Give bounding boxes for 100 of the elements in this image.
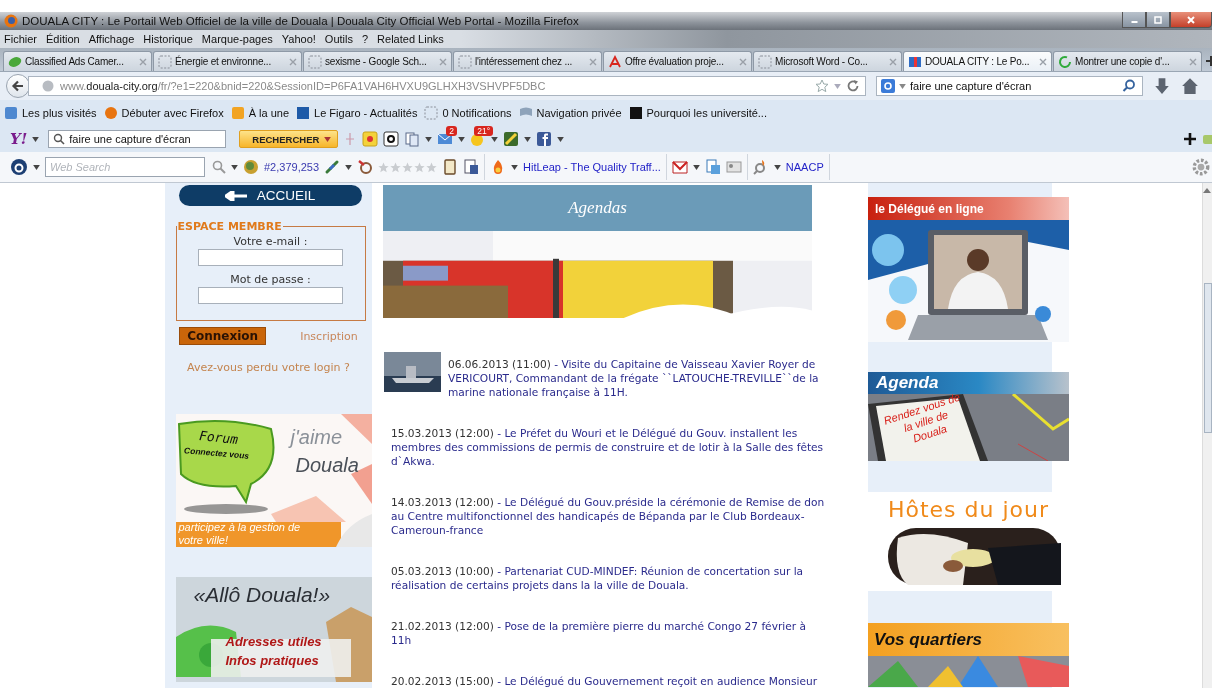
close-icon[interactable] — [1039, 57, 1047, 66]
globe-icon — [41, 79, 55, 93]
caret-icon[interactable] — [524, 136, 532, 142]
scroll-up-icon[interactable] — [1203, 187, 1211, 193]
search-field[interactable]: faire une capture d'écran — [876, 76, 1143, 96]
contact-card-icon[interactable] — [725, 159, 742, 175]
caret-icon[interactable] — [557, 136, 565, 142]
caret-icon[interactable] — [231, 164, 238, 170]
banner-text: Connectez vous — [183, 445, 249, 461]
firefox-icon — [4, 14, 18, 28]
search-icon[interactable] — [212, 160, 226, 174]
search-button[interactable]: RECHERCHER — [239, 130, 339, 148]
menu-item[interactable]: ? — [362, 33, 369, 45]
web-search-field[interactable]: Web Search — [45, 157, 205, 177]
window-title: DOUALA CITY : Le Portail Web Officiel de la ville de Douala | Douala City Official Web Portal - Mozilla Firefox — [22, 15, 579, 27]
menu-item[interactable]: Yahoo! — [281, 33, 316, 45]
maximize-icon — [1153, 14, 1163, 25]
menu-item[interactable]: Fichier — [4, 33, 37, 45]
address-field[interactable]: www.douala-city.org/fr/?e1=220&bnid=220&SessionID=P6FA1VAH6HVXU9GLHXH3VSHVPF5DBC — [28, 76, 866, 96]
scrollbar[interactable] — [1202, 183, 1212, 688]
browser-tab[interactable]: DOUALA CITY : Le Po... — [903, 51, 1052, 71]
page-icon — [758, 54, 772, 69]
back-arrow-icon — [11, 79, 25, 93]
banner-text: Adresses utiles — [225, 633, 322, 651]
page-icon — [458, 54, 472, 69]
close-icon — [1186, 14, 1196, 25]
yahoo-logo[interactable]: Y! — [10, 130, 28, 148]
browser-tab[interactable]: Énergie et environne... — [153, 51, 302, 71]
caret-icon[interactable] — [511, 164, 519, 170]
bookmark-link[interactable]: Le Figaro - Actualités — [296, 106, 418, 120]
facebook-icon[interactable] — [536, 131, 553, 147]
banner-slogan: Douala — [295, 454, 359, 477]
book-icon[interactable] — [442, 159, 459, 175]
agenda-entry[interactable]: 20.02.2013 (15:00) - Le Délégué du Gouvernement reçoit en audience Monsieur — [391, 674, 827, 688]
search-field[interactable]: faire une capture d'écran — [48, 130, 227, 148]
download-icon[interactable] — [1153, 77, 1171, 95]
menu-item[interactable]: Édition — [46, 33, 80, 45]
search-engine-icon[interactable] — [881, 79, 895, 93]
menu-item[interactable]: Historique — [143, 33, 193, 45]
caret-icon[interactable] — [692, 164, 700, 170]
banner-heading: Agenda — [876, 373, 939, 393]
browser-tab[interactable]: l'intéressement chez ... — [453, 51, 602, 71]
caret-icon[interactable] — [345, 164, 353, 170]
agenda-entry[interactable]: 05.03.2013 (10:00) - Partenariat CUD-MINDEF: Réunion de concertation sur la réalisation de certains projets dans la la ville de Douala. — [391, 564, 827, 592]
menu-item[interactable]: Affichage — [88, 33, 135, 45]
menu-item[interactable]: Outils — [324, 33, 353, 45]
caret-icon[interactable] — [458, 136, 466, 142]
game-icon[interactable] — [503, 131, 520, 147]
star-icon[interactable] — [815, 79, 829, 93]
browser-tab[interactable]: sexisme - Google Sch... — [303, 51, 452, 71]
caret-icon[interactable] — [33, 164, 40, 170]
settings-icon[interactable] — [1192, 158, 1210, 176]
bookmark-link[interactable]: Pourquoi les université... — [628, 106, 767, 120]
toolbar-link[interactable]: HitLeap - The Quality Traff... — [523, 161, 661, 173]
password-input[interactable] — [198, 287, 343, 304]
bookmark-link[interactable]: À la une — [230, 106, 290, 120]
star-rating[interactable] — [378, 161, 438, 173]
browser-tab[interactable]: Classified Ads Camer... — [3, 51, 152, 71]
home-button[interactable]: ACCUEIL — [178, 185, 362, 206]
agenda-entry[interactable]: 15.03.2013 (12:00) - Le Préfet du Wouri et le Délégué du Gouv. installent les membres des commissions de permis de construire et de lotir à la Salle des fêtes d`Akwa. — [391, 426, 827, 468]
agenda-entry[interactable]: 14.03.2013 (12:00) - Le Délégué du Gouv.préside la cérémonie de Remise de don au Centre multifonctionnel des handicapés de Bépanda par le Club Bordeaux-Cameroun-france — [391, 495, 827, 537]
caret-icon[interactable] — [425, 136, 433, 142]
caret-icon[interactable] — [773, 164, 781, 170]
shop-icon[interactable] — [362, 131, 379, 147]
close-button[interactable] — [1170, 12, 1212, 28]
minimize-icon — [1130, 21, 1138, 23]
globe-icon[interactable] — [243, 159, 259, 175]
facebook-page-icon[interactable] — [463, 159, 480, 175]
menu-item[interactable]: Related Links — [377, 33, 444, 45]
site-icon — [908, 54, 922, 69]
agenda-entry[interactable]: 21.02.2013 (12:00) - Pose de la première pierre du marché Congo 27 février à 11h — [391, 619, 827, 647]
caret-icon[interactable] — [32, 136, 40, 142]
bookmark-link[interactable]: 0 Notifications — [424, 106, 512, 120]
mail-icon[interactable] — [671, 159, 688, 175]
reload-icon[interactable] — [846, 79, 860, 93]
minimize-button[interactable] — [1122, 12, 1146, 28]
box-icon[interactable] — [383, 131, 400, 147]
search-icon[interactable] — [1122, 79, 1136, 93]
count-badge: 2 — [446, 126, 458, 136]
maximize-button[interactable] — [1146, 12, 1170, 28]
back-button[interactable] — [6, 74, 30, 98]
browser-tab[interactable]: Microsoft Word - Co... — [753, 51, 902, 71]
login-button[interactable]: Connexion — [179, 327, 267, 345]
scrollbar-thumb[interactable] — [1204, 283, 1212, 433]
ask-logo-icon[interactable] — [10, 158, 28, 176]
bookmark-link[interactable]: Les plus visités — [4, 106, 97, 120]
search-icon — [53, 133, 66, 145]
add-icon[interactable] — [1183, 132, 1197, 146]
caret-icon[interactable] — [491, 136, 499, 142]
menu-item[interactable]: Marque-pages — [201, 33, 273, 45]
home-icon[interactable] — [1181, 77, 1199, 95]
bookmark-link[interactable]: Débuter avec Firefox — [103, 106, 224, 120]
bookmark-link[interactable]: Navigation privée — [518, 106, 622, 120]
toolbar-link[interactable]: NAACP — [785, 161, 824, 173]
agenda-entry[interactable]: 06.06.2013 (11:00) - Visite du Capitaine de Vaisseau Xavier Royer de VERICOURT, Commandant de la frégate ``LATOUCHE-TREVILLE``de la marine nationale française à 11H. — [448, 357, 850, 399]
browser-tab[interactable]: Montrer une copie d'... — [1053, 51, 1202, 71]
browser-tab[interactable]: Offre évaluation proje... — [603, 51, 752, 71]
banner-heading: Vos quartiers — [874, 629, 983, 650]
banner-heading: le Délégué en ligne — [875, 201, 984, 216]
email-input[interactable] — [198, 249, 343, 266]
